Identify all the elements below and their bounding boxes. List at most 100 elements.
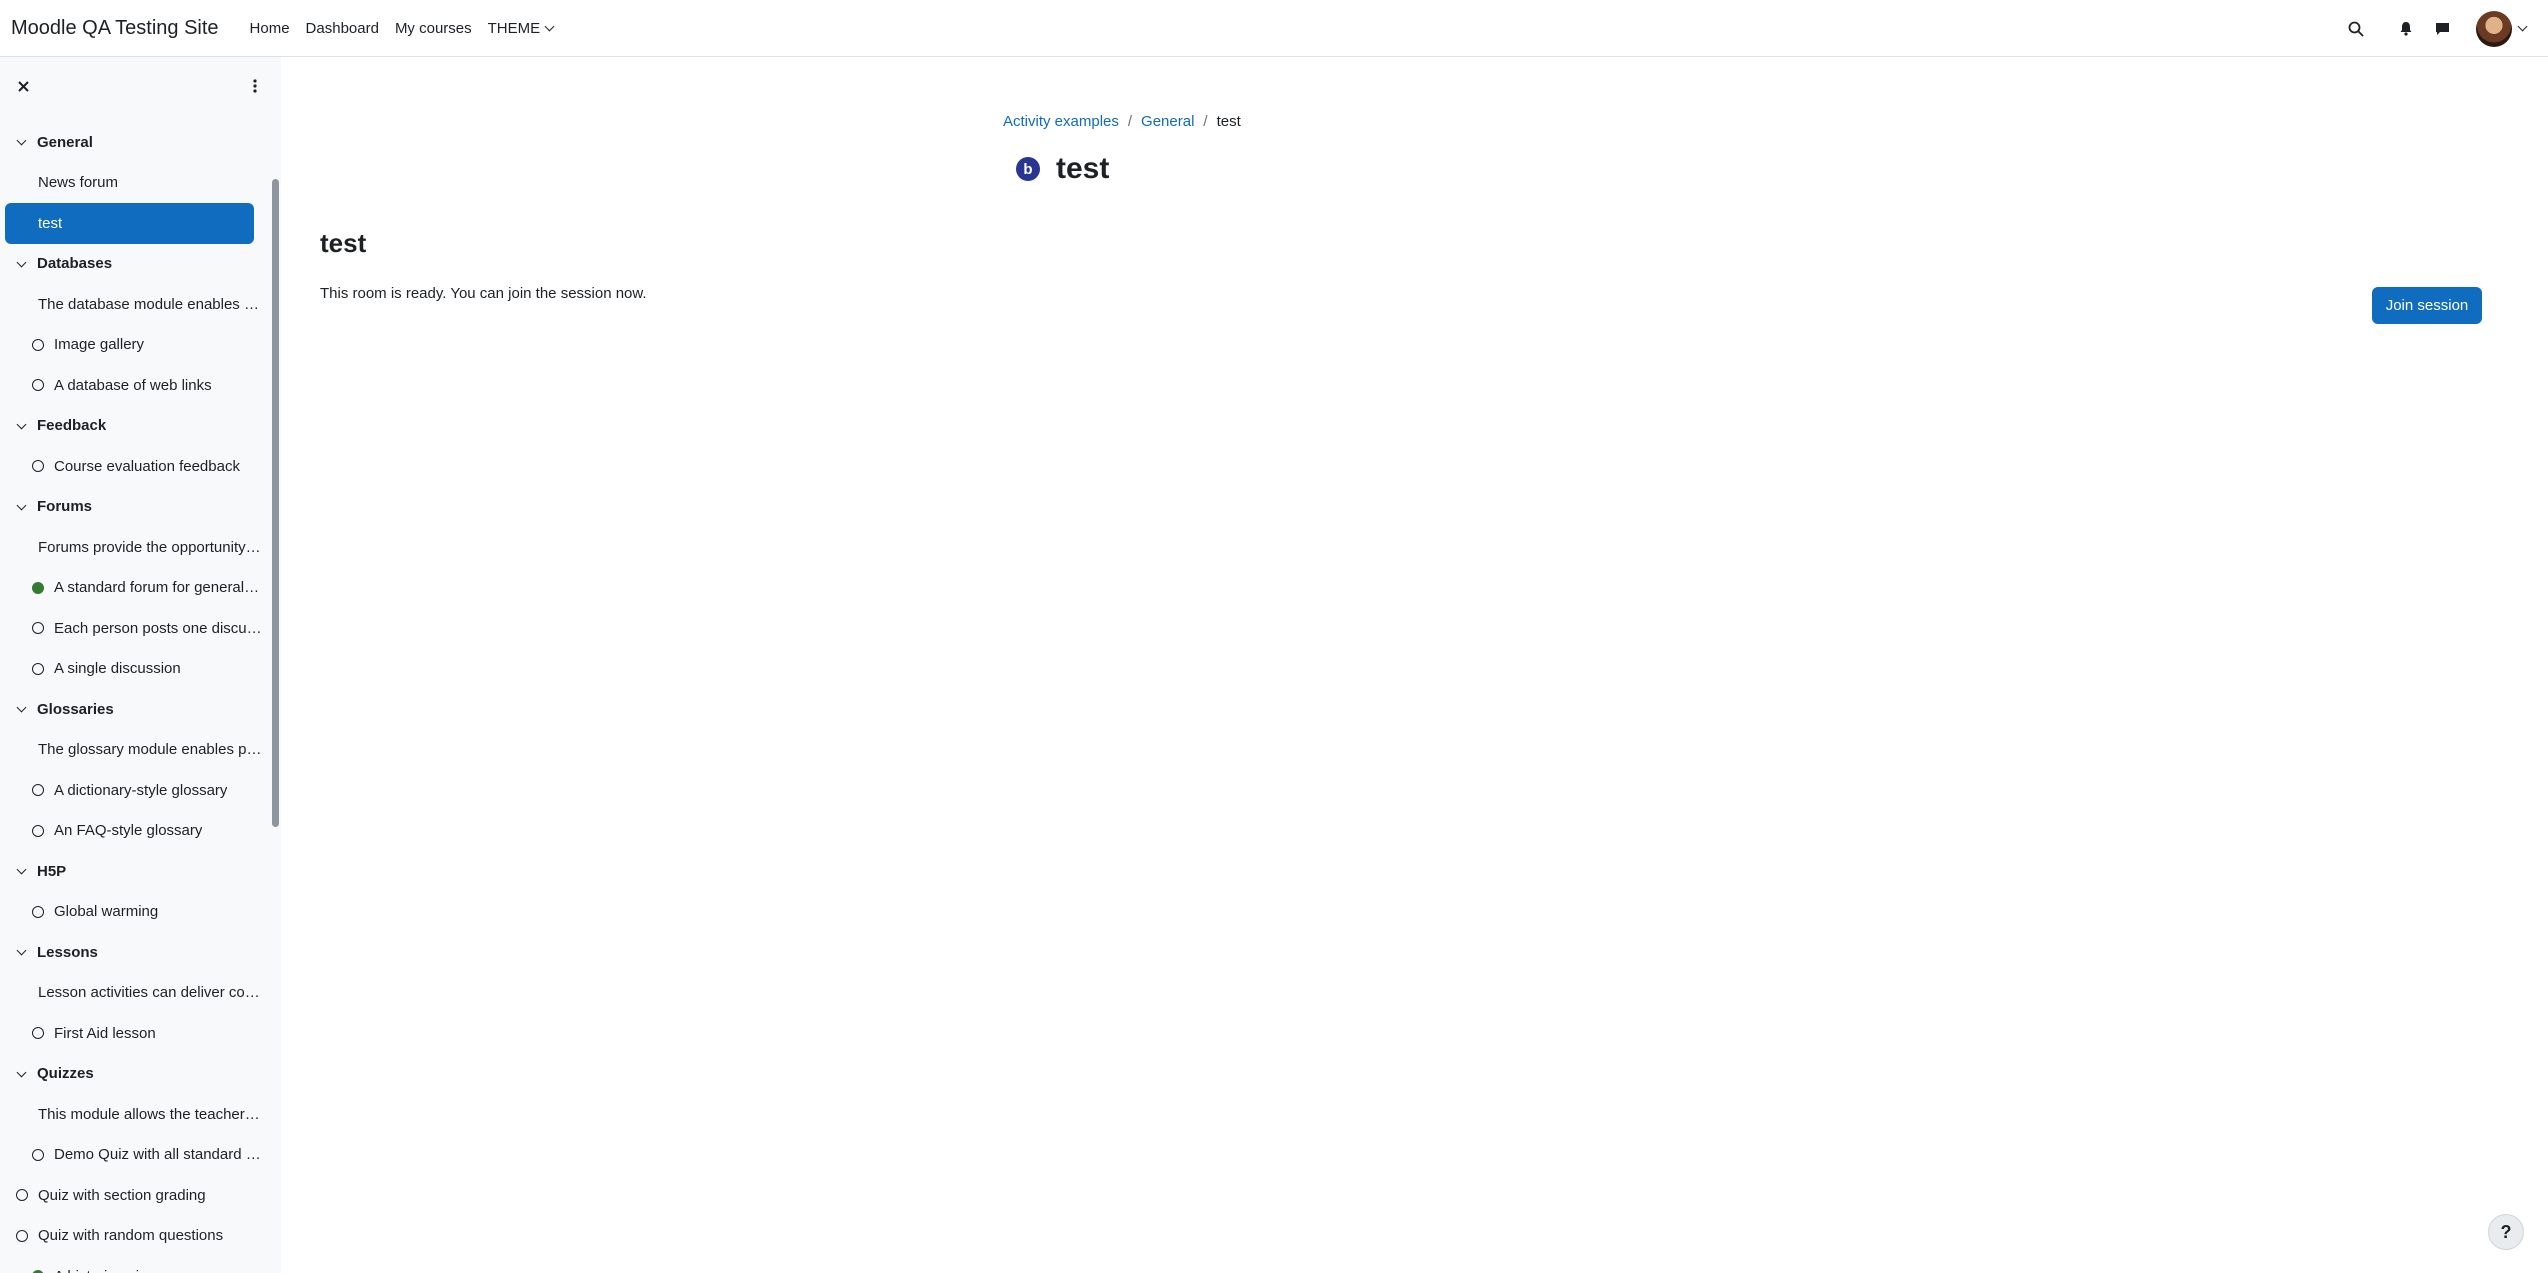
course-section[interactable]: Forums (0, 487, 270, 528)
completion-done-icon (32, 581, 44, 594)
course-index-item[interactable]: Demo Quiz with all standard question typ… (0, 1135, 270, 1176)
course-index-item[interactable]: An FAQ-style glossary (0, 811, 270, 852)
chevron-down-icon[interactable] (16, 135, 27, 146)
chevron-down-icon[interactable] (16, 864, 27, 875)
kebab-menu-icon (253, 79, 257, 93)
course-index-item[interactable]: Forums provide the opportunity for discu… (0, 527, 270, 568)
notifications-button[interactable] (2392, 11, 2420, 47)
course-section[interactable]: Databases (0, 244, 270, 285)
course-section[interactable]: Lessons (0, 932, 270, 973)
course-index-item-label: Demo Quiz with all standard question typ… (54, 1146, 262, 1164)
room-status-text: This room is ready. You can join the ses… (320, 285, 647, 302)
course-index-item[interactable]: A single discussion (0, 649, 270, 690)
nav-theme-label: THEME (487, 19, 541, 37)
chevron-down-icon[interactable] (16, 257, 27, 267)
course-index-item-label: Quiz with section grading (38, 1186, 206, 1204)
course-index-item-label: Each person posts one discussion (54, 619, 262, 637)
course-index-scrollbar[interactable] (272, 179, 279, 827)
course-index-item-label: test (38, 214, 63, 232)
completion-todo-icon (32, 460, 44, 472)
help-button[interactable]: ? (2488, 1214, 2524, 1250)
chevron-down-icon (2517, 21, 2528, 32)
nav-my-courses[interactable]: My courses (387, 20, 480, 37)
navbar-actions (2338, 0, 2548, 57)
course-index-item-label: An FAQ-style glossary (54, 822, 203, 840)
primary-navigation: Home Dashboard My courses THEME (242, 20, 562, 37)
course-section[interactable]: Quizzes (0, 1054, 270, 1095)
messages-button[interactable] (2428, 11, 2456, 47)
course-index-item-label: First Aid lesson (54, 1024, 156, 1042)
course-index-item-active[interactable]: test (5, 203, 254, 244)
course-index-list: General News forum test Databases The databa… (0, 122, 270, 1273)
course-index-item-label: A database of web links (54, 376, 212, 394)
completion-todo-icon (32, 1027, 44, 1039)
course-index-item-label: Lesson activities can deliver content in… (38, 984, 262, 1002)
chevron-down-icon[interactable] (16, 419, 27, 429)
completion-todo-icon (32, 662, 44, 675)
completion-todo-icon (32, 1148, 44, 1161)
course-section[interactable]: Glossaries (0, 689, 270, 730)
course-index-item[interactable]: Lesson activities can deliver content in… (0, 973, 270, 1014)
course-section[interactable]: Feedback (0, 406, 270, 447)
course-index-item[interactable]: A database of web links (0, 365, 270, 406)
course-index-options-button[interactable] (244, 75, 266, 97)
message-icon (2435, 22, 2449, 35)
course-index-item[interactable]: Course evaluation feedback (0, 446, 270, 487)
breadcrumb-separator: / (1127, 113, 1133, 130)
completion-todo-icon (16, 1229, 28, 1242)
nav-home[interactable]: Home (242, 20, 298, 37)
course-index-item[interactable]: A historic quiz (0, 1256, 270, 1273)
course-index-item-label: A standard forum for general use (54, 579, 262, 597)
course-section-title: Lessons (37, 943, 98, 961)
user-menu-button[interactable] (2468, 10, 2528, 47)
course-index-item-label: The database module enables participants… (38, 295, 262, 313)
course-index-item[interactable]: The database module enables participants… (0, 284, 270, 325)
course-index-item[interactable]: Quiz with random questions (0, 1216, 270, 1257)
chevron-down-icon[interactable] (16, 945, 27, 956)
course-index-item[interactable]: A standard forum for general use (0, 568, 270, 609)
course-index-drawer: General News forum test Databases The databa… (0, 57, 281, 1273)
chevron-down-icon[interactable] (16, 1067, 27, 1077)
join-session-button[interactable]: Join session (2372, 287, 2482, 324)
search-button[interactable] (2338, 11, 2374, 47)
course-index-item[interactable]: News forum (0, 163, 270, 204)
completion-todo-icon (32, 824, 44, 837)
bell-icon (2400, 22, 2412, 36)
course-index-item-label: A dictionary-style glossary (54, 781, 228, 799)
activity-title: test (320, 228, 367, 258)
bigbluebutton-icon: b (1016, 157, 1040, 181)
course-index-item[interactable]: A dictionary-style glossary (0, 770, 270, 811)
close-drawer-button[interactable] (12, 75, 34, 97)
course-index-item-label: News forum (38, 174, 119, 192)
course-index-item-label: The glossary module enables participants… (38, 741, 262, 759)
close-icon (17, 80, 29, 92)
course-section-title: General (37, 133, 93, 151)
course-index-item[interactable]: Image gallery (0, 325, 270, 366)
course-index-item[interactable]: Quiz with section grading (0, 1175, 270, 1216)
breadcrumb-general[interactable]: General (1141, 113, 1194, 130)
site-brand[interactable]: Moodle QA Testing Site (11, 17, 219, 40)
course-section-title: Forums (37, 498, 93, 516)
breadcrumb-activity-examples[interactable]: Activity examples (1003, 113, 1119, 130)
page-header: b test (1016, 152, 1109, 186)
completion-todo-icon (16, 1189, 28, 1201)
course-section[interactable]: H5P (0, 851, 270, 892)
course-index-item[interactable]: Each person posts one discussion (0, 608, 270, 649)
course-section-title: Feedback (37, 417, 107, 435)
course-index-item-label: Course evaluation feedback (54, 457, 240, 475)
chevron-down-icon (544, 21, 555, 31)
completion-todo-icon (32, 379, 44, 391)
completion-todo-icon (32, 338, 44, 351)
course-index-item-label: A historic quiz (54, 1268, 147, 1273)
course-index-item-label: A single discussion (54, 660, 181, 678)
course-section-title: Quizzes (37, 1065, 94, 1083)
course-section[interactable]: General (0, 122, 270, 163)
chevron-down-icon[interactable] (16, 702, 27, 713)
course-index-item[interactable]: The glossary module enables participants… (0, 730, 270, 771)
nav-theme-dropdown[interactable]: THEME (480, 20, 562, 37)
chevron-down-icon[interactable] (16, 500, 27, 510)
course-index-item[interactable]: First Aid lesson (0, 1013, 270, 1054)
course-index-item[interactable]: Global warming (0, 892, 270, 933)
nav-dashboard[interactable]: Dashboard (298, 20, 387, 37)
course-index-item[interactable]: This module allows the teacher to design… (0, 1094, 270, 1135)
